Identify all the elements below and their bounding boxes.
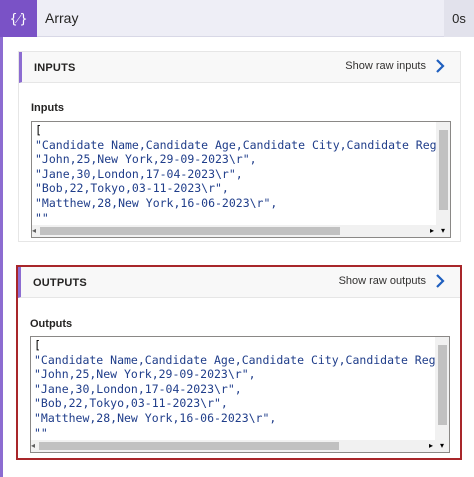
- chevron-right-icon: [436, 59, 445, 73]
- horizontal-scroll-thumb[interactable]: [40, 227, 340, 235]
- code-line: "Matthew,28,New York,16-06-2023\r",: [35, 195, 278, 210]
- outputs-panel: OUTPUTS Show raw outputs Outputs [ "Cand…: [16, 265, 462, 460]
- inputs-panel-header: INPUTS Show raw inputs: [19, 52, 460, 83]
- action-header[interactable]: {⁄} Array 0s: [0, 0, 474, 37]
- code-line: "John,25,New York,29-09-2023\r",: [34, 367, 256, 382]
- code-line: "Jane,30,London,17-04-2023\r",: [34, 381, 242, 396]
- variable-icon-glyph: {⁄}: [9, 11, 28, 27]
- scroll-corner: ▾: [435, 440, 449, 452]
- outputs-section-label: Outputs: [30, 318, 73, 330]
- code-line: "John,25,New York,29-09-2023\r",: [35, 152, 257, 167]
- chevron-right-icon: [436, 274, 445, 288]
- scroll-down-arrow-icon[interactable]: ▾: [437, 440, 447, 452]
- show-raw-outputs-button[interactable]: Show raw outputs: [339, 274, 446, 288]
- code-line: "Bob,22,Tokyo,03-11-2023\r",: [35, 181, 229, 196]
- vertical-scroll-thumb[interactable]: [438, 345, 447, 425]
- show-raw-outputs-label: Show raw outputs: [338, 275, 426, 287]
- code-line: "Bob,22,Tokyo,03-11-2023\r",: [34, 396, 228, 411]
- horizontal-scrollbar[interactable]: ◂: [31, 440, 435, 452]
- inputs-code-content: [ "Candidate Name,Candidate Age,Candidat…: [32, 122, 436, 225]
- code-open-bracket: [: [34, 338, 41, 352]
- inputs-section-label: Inputs: [31, 102, 64, 114]
- action-left-stripe: [0, 37, 3, 477]
- show-raw-inputs-button[interactable]: Show raw inputs: [345, 59, 446, 73]
- code-line: "Candidate Name,Candidate Age,Candidate …: [35, 137, 436, 152]
- variable-icon: {⁄}: [0, 0, 37, 37]
- horizontal-scrollbar[interactable]: ◂: [32, 225, 436, 237]
- inputs-code-viewer[interactable]: [ "Candidate Name,Candidate Age,Candidat…: [31, 121, 451, 238]
- vertical-scrollbar[interactable]: [436, 122, 450, 225]
- code-line: "Matthew,28,New York,16-06-2023\r",: [34, 410, 277, 425]
- inputs-panel-label: INPUTS: [34, 62, 76, 74]
- scroll-corner: ▾: [436, 225, 450, 237]
- duration-badge: 0s: [444, 0, 474, 37]
- inputs-panel: INPUTS Show raw inputs Inputs [ "Candida…: [18, 51, 461, 242]
- outputs-code-content: [ "Candidate Name,Candidate Age,Candidat…: [31, 337, 435, 440]
- code-open-bracket: [: [35, 123, 42, 137]
- outputs-code-viewer[interactable]: [ "Candidate Name,Candidate Age,Candidat…: [30, 336, 450, 453]
- scroll-left-arrow-icon[interactable]: ◂: [31, 440, 39, 452]
- horizontal-scroll-thumb[interactable]: [39, 442, 339, 450]
- code-line: "Jane,30,London,17-04-2023\r",: [35, 166, 243, 181]
- scroll-left-arrow-icon[interactable]: ◂: [32, 225, 40, 237]
- vertical-scrollbar[interactable]: [435, 337, 449, 440]
- code-line: "": [34, 425, 48, 440]
- scroll-down-arrow-icon[interactable]: ▾: [438, 225, 448, 237]
- action-title: Array: [45, 10, 79, 26]
- scroll-right-arrow-icon[interactable]: ▸: [427, 440, 435, 452]
- code-line: "Candidate Name,Candidate Age,Candidate …: [34, 352, 435, 367]
- show-raw-inputs-label: Show raw inputs: [345, 60, 426, 72]
- outputs-panel-header: OUTPUTS Show raw outputs: [18, 267, 460, 298]
- outputs-panel-label: OUTPUTS: [33, 277, 87, 289]
- vertical-scroll-thumb[interactable]: [439, 130, 448, 210]
- code-line: "": [35, 210, 49, 225]
- scroll-right-arrow-icon[interactable]: ▸: [428, 225, 436, 237]
